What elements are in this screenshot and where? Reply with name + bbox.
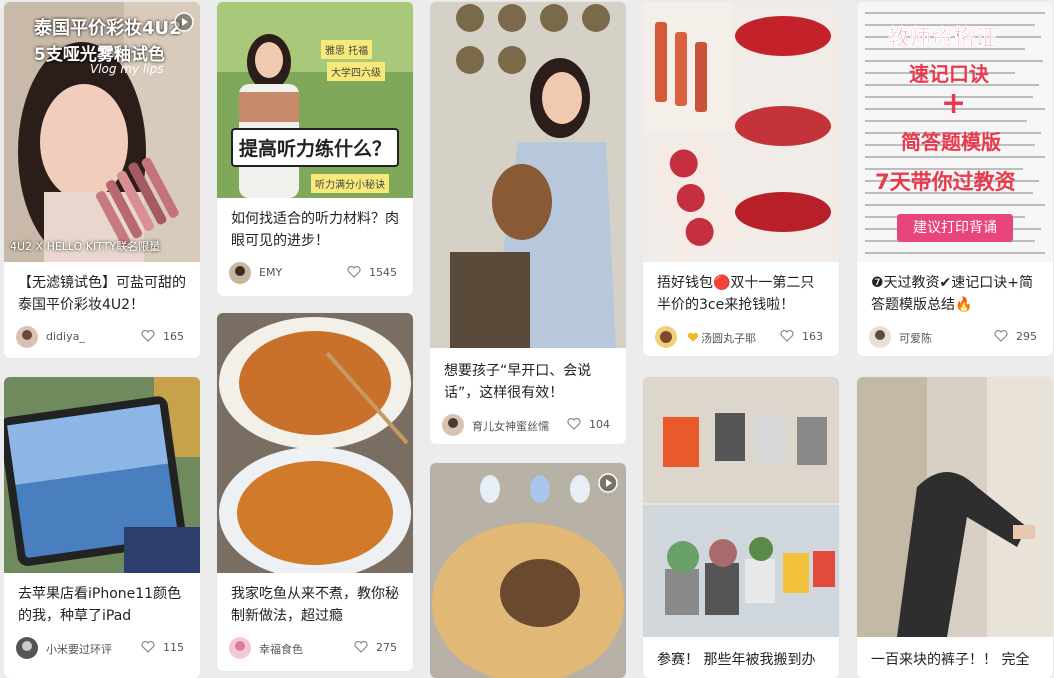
pancake-video-image	[430, 463, 626, 678]
overlay-line3: 简答题模版	[901, 130, 1001, 154]
card-meta: 小米要过环评 115	[16, 637, 188, 661]
overlay-line1: 教师资格证	[887, 26, 998, 52]
card-meta: 幸福食色 275	[229, 637, 401, 661]
card-title[interactable]: 我家吃鱼从来不煮，教你秘制新做法，超过瘾	[231, 583, 401, 627]
overlay-line4: 7天带你过教资	[875, 170, 1016, 194]
like-number: 1545	[369, 266, 397, 279]
overlay-plus: +	[941, 86, 967, 121]
card-thumbnail[interactable]	[430, 2, 626, 348]
heart-icon[interactable]	[347, 266, 361, 278]
feed-card-teacher-exam[interactable]: 教师资格证 速记口诀 + 简答题模版 7天带你过教资 建议打印背诵 ❼天过教资✔…	[857, 2, 1053, 356]
ipad-photo-image	[4, 377, 200, 573]
heart-icon[interactable]	[141, 641, 155, 653]
author-name[interactable]: 小米要过环评	[46, 641, 112, 657]
author-name[interactable]: 育儿女神蜜丝懦	[472, 418, 549, 434]
overlay-tag2: 大学四六级	[327, 62, 385, 81]
video-play-icon[interactable]	[174, 12, 194, 32]
overlay-main: 提高听力练什么？	[231, 128, 400, 167]
feed-card-fish[interactable]: 我家吃鱼从来不煮，教你秘制新做法，超过瘾 幸福食色 275	[217, 313, 413, 671]
heart-icon[interactable]	[354, 641, 368, 653]
overlay-button: 建议打印背诵	[897, 214, 1013, 242]
like-count[interactable]: 115	[141, 641, 184, 654]
card-thumbnail[interactable]	[217, 313, 413, 573]
overlay-bottom: 4U2 X HELLO KITTY联名限量	[10, 240, 161, 253]
like-count[interactable]: 165	[141, 330, 184, 343]
avatar[interactable]	[16, 637, 38, 659]
card-thumbnail[interactable]	[643, 2, 839, 262]
avatar[interactable]	[442, 414, 464, 436]
heart-badge-icon	[687, 332, 699, 342]
card-meta: 可爱陈 295	[869, 326, 1041, 350]
heart-icon[interactable]	[780, 330, 794, 342]
feed-card-listening[interactable]: 雅思 托福 大学四六级 提高听力练什么？ 听力满分小秘诀 如何找适合的听力材料？…	[217, 2, 413, 296]
avatar[interactable]	[655, 326, 677, 348]
like-number: 115	[163, 641, 184, 654]
author-name[interactable]: 幸福食色	[259, 641, 303, 657]
author-name[interactable]: didiya_	[46, 330, 85, 343]
like-count[interactable]: 275	[354, 641, 397, 654]
heart-icon[interactable]	[567, 418, 581, 430]
card-title[interactable]: 想要孩子“早开口、会说话”，这样很有效！	[444, 360, 614, 404]
card-meta: didiya_ 165	[16, 326, 188, 350]
avatar[interactable]	[229, 637, 251, 659]
cups-plants-image	[643, 377, 839, 637]
overlay-line2: 速记口诀	[909, 62, 989, 86]
author-name[interactable]: 可爱陈	[899, 330, 932, 346]
overlay-line1: 泰国平价彩妆4U2	[34, 18, 182, 39]
card-title[interactable]: ❼天过教资✔速记口诀+简答题模版总结🔥	[871, 272, 1041, 316]
overlay-tag1: 雅思 托福	[321, 40, 373, 59]
card-title[interactable]: 如何找适合的听力材料？肉眼可见的进步！	[231, 208, 401, 252]
card-meta: 汤圆丸子耶 163	[655, 326, 827, 350]
overlay-tag3: 听力满分小秘诀	[311, 174, 389, 193]
like-number: 295	[1016, 330, 1037, 343]
listening-photo-image	[217, 2, 413, 198]
feed-card-pants[interactable]: 一百来块的裤子！！ 完全	[857, 377, 1053, 678]
heart-icon[interactable]	[141, 330, 155, 342]
like-number: 104	[589, 418, 610, 431]
parenting-photo-image	[430, 2, 626, 348]
card-thumbnail[interactable]: 教师资格证 速记口诀 + 简答题模版 7天带你过教资 建议打印背诵	[857, 2, 1053, 262]
video-play-icon[interactable]	[598, 473, 618, 493]
avatar[interactable]	[229, 262, 251, 284]
like-count[interactable]: 295	[994, 330, 1037, 343]
author-name[interactable]: EMY	[259, 266, 282, 279]
card-title[interactable]: 一百来块的裤子！！ 完全	[871, 649, 1041, 671]
card-thumbnail[interactable]	[857, 377, 1053, 637]
card-thumbnail[interactable]	[430, 463, 626, 678]
card-thumbnail[interactable]	[4, 377, 200, 573]
card-thumbnail[interactable]	[643, 377, 839, 637]
avatar[interactable]	[16, 326, 38, 348]
avatar[interactable]	[869, 326, 891, 348]
like-count[interactable]: 1545	[347, 266, 397, 279]
feed-card-3ce-lipstick[interactable]: 捂好钱包🔴双十一第二只半价的3ce来抢钱啦！ 汤圆丸子耶 163	[643, 2, 839, 356]
card-title[interactable]: 参赛！ 那些年被我搬到办	[657, 649, 827, 671]
like-count[interactable]: 163	[780, 330, 823, 343]
card-thumbnail[interactable]: 泰国平价彩妆4U2 5支哑光雾釉试色 Vlog my lips 4U2 X HE…	[4, 2, 200, 262]
feed-card-parenting[interactable]: 想要孩子“早开口、会说话”，这样很有效！ 育儿女神蜜丝懦 104	[430, 2, 626, 444]
feed-card-lipstick[interactable]: 泰国平价彩妆4U2 5支哑光雾釉试色 Vlog my lips 4U2 X HE…	[4, 2, 200, 358]
pants-photo-image	[857, 377, 1053, 637]
feed-card-plants[interactable]: 参赛！ 那些年被我搬到办	[643, 377, 839, 678]
overlay-script: Vlog my lips	[90, 62, 164, 76]
heart-icon[interactable]	[994, 330, 1008, 342]
like-number: 165	[163, 330, 184, 343]
card-meta: 育儿女神蜜丝懦 104	[442, 414, 614, 438]
like-number: 163	[802, 330, 823, 343]
card-thumbnail[interactable]: 雅思 托福 大学四六级 提高听力练什么？ 听力满分小秘诀	[217, 2, 413, 198]
card-meta: EMY 1545	[229, 262, 401, 286]
lipstick-swatch-image	[643, 2, 839, 262]
feed-card-pancake[interactable]	[430, 463, 626, 678]
like-number: 275	[376, 641, 397, 654]
card-title[interactable]: 捂好钱包🔴双十一第二只半价的3ce来抢钱啦！	[657, 272, 827, 316]
feed-card-ipad[interactable]: 去苹果店看iPhone11颜色的我，种草了iPad 小米要过环评 115	[4, 377, 200, 678]
fish-dish-image	[217, 313, 413, 573]
card-title[interactable]: 去苹果店看iPhone11颜色的我，种草了iPad	[18, 583, 188, 627]
card-title[interactable]: 【无滤镜试色】可盐可甜的泰国平价彩妆4U2！	[18, 272, 188, 316]
like-count[interactable]: 104	[567, 418, 610, 431]
